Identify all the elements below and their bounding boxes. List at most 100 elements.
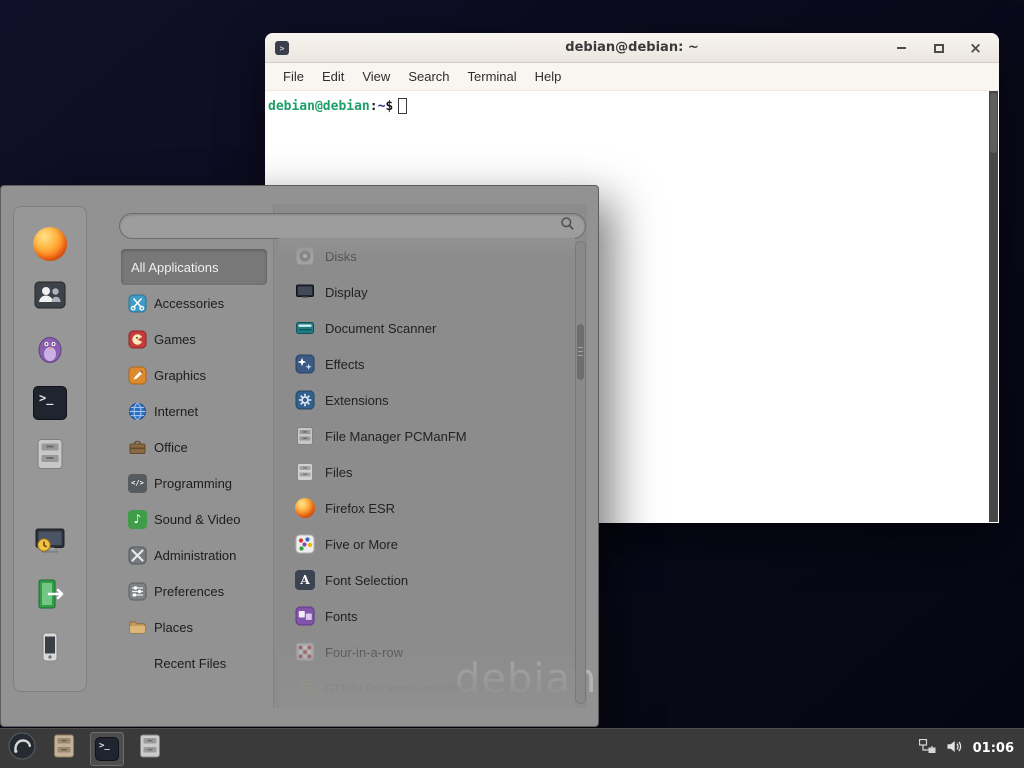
menu-edit[interactable]: Edit (313, 69, 353, 84)
file-manager-launcher[interactable] (47, 732, 81, 766)
file-cabinet-icon (295, 426, 315, 446)
sound-video-icon: ♪ (128, 510, 147, 529)
preferences-sliders-icon (128, 582, 147, 601)
category-label: Office (154, 440, 188, 455)
app-gdebi-package-installer[interactable]: GDebi Package Installer (287, 670, 573, 706)
app-label: Font Selection (325, 573, 408, 588)
network-icon[interactable] (919, 739, 936, 759)
favorite-file-manager-button[interactable] (32, 438, 68, 474)
close-button[interactable]: × (968, 41, 983, 56)
files-cabinet-icon (137, 733, 163, 764)
category-sound-video[interactable]: ♪ Sound & Video (121, 501, 267, 537)
app-label: Fonts (325, 609, 358, 624)
maximize-button[interactable] (931, 41, 946, 56)
minimize-button[interactable] (894, 41, 909, 56)
menu-search[interactable]: Search (399, 69, 458, 84)
category-label: Internet (154, 404, 198, 419)
shutdown-button[interactable] (32, 631, 68, 667)
favorite-pidgin-button[interactable] (32, 332, 68, 368)
five-or-more-icon (295, 534, 315, 554)
app-extensions[interactable]: Extensions (287, 382, 573, 418)
menu-view[interactable]: View (353, 69, 399, 84)
app-display[interactable]: Display (287, 274, 573, 310)
app-disks[interactable]: Disks (287, 238, 573, 274)
category-accessories[interactable]: Accessories (121, 285, 267, 321)
app-label: Firefox ESR (325, 501, 395, 516)
fonts-icon (295, 606, 315, 626)
app-file-manager-pcmanfm[interactable]: File Manager PCManFM (287, 418, 573, 454)
terminal-titlebar[interactable]: > debian@debian: ~ × (265, 33, 999, 63)
menu-button[interactable] (6, 733, 38, 765)
gdebi-package-icon (295, 678, 315, 698)
category-label: Administration (154, 548, 236, 563)
menu-search-box[interactable] (119, 213, 586, 239)
terminal-cursor (398, 98, 407, 114)
category-graphics[interactable]: Graphics (121, 357, 267, 393)
logout-button[interactable] (32, 578, 68, 614)
app-list-scrollbar[interactable] (575, 241, 586, 704)
menu-help[interactable]: Help (526, 69, 571, 84)
category-all-applications[interactable]: All Applications (121, 249, 267, 285)
app-label: Files (325, 465, 352, 480)
firefox-icon (33, 227, 67, 261)
category-internet[interactable]: Internet (121, 393, 267, 429)
favorite-firefox-button[interactable] (32, 226, 68, 262)
system-tray: 01:06 (919, 739, 1018, 759)
app-label: GDebi Package Installer (325, 681, 465, 696)
category-label: Accessories (154, 296, 224, 311)
file-manager-drawer-icon (51, 733, 77, 764)
extensions-gear-icon (295, 390, 315, 410)
application-list: Disks Display Document Scanner Effects E… (287, 238, 573, 708)
category-places[interactable]: Places (121, 609, 267, 645)
prompt-colon: : (370, 99, 378, 114)
power-icon (33, 630, 67, 669)
programming-icon: </> (128, 474, 147, 493)
favorite-terminal-button[interactable]: >_ (32, 385, 68, 421)
terminal-scrollbar[interactable] (989, 91, 998, 522)
category-label: Places (154, 620, 193, 635)
category-recent-files[interactable]: Recent Files (121, 645, 267, 681)
volume-icon[interactable] (946, 739, 963, 759)
category-label: All Applications (131, 260, 218, 275)
category-label: Graphics (154, 368, 206, 383)
app-firefox-esr[interactable]: Firefox ESR (287, 490, 573, 526)
category-label: Sound & Video (154, 512, 241, 527)
category-preferences[interactable]: Preferences (121, 573, 267, 609)
app-list-scrollbar-thumb[interactable] (577, 324, 584, 380)
category-list: All Applications Accessories Games Graph… (121, 249, 267, 681)
category-office[interactable]: Office (121, 429, 267, 465)
terminal-scrollbar-thumb[interactable] (990, 93, 997, 153)
terminal-icon: >_ (33, 386, 67, 420)
files-launcher[interactable] (133, 732, 167, 766)
app-font-selection[interactable]: A Font Selection (287, 562, 573, 598)
clock[interactable]: 01:06 (973, 741, 1014, 756)
favorite-users-button[interactable] (32, 279, 68, 315)
app-label: Display (325, 285, 368, 300)
app-four-in-a-row[interactable]: Four-in-a-row (287, 634, 573, 670)
menu-terminal[interactable]: Terminal (459, 69, 526, 84)
file-cabinet-icon (33, 437, 67, 476)
lock-screen-button[interactable] (32, 525, 68, 561)
app-five-or-more[interactable]: Five or More (287, 526, 573, 562)
category-label: Games (154, 332, 196, 347)
app-label: Four-in-a-row (325, 645, 403, 660)
menu-file[interactable]: File (274, 69, 313, 84)
games-icon (128, 330, 147, 349)
terminal-window-button[interactable]: >_ (90, 732, 124, 766)
menu-search-input[interactable] (130, 219, 560, 234)
app-label: File Manager PCManFM (325, 429, 467, 444)
search-icon (560, 216, 575, 236)
lock-screen-icon (33, 524, 67, 563)
category-programming[interactable]: </> Programming (121, 465, 267, 501)
accessories-icon (128, 294, 147, 313)
app-effects[interactable]: Effects (287, 346, 573, 382)
category-administration[interactable]: Administration (121, 537, 267, 573)
menu-logo-icon (7, 731, 37, 766)
category-games[interactable]: Games (121, 321, 267, 357)
terminal-icon: >_ (95, 737, 119, 761)
favorites-column: >_ (13, 206, 87, 692)
app-fonts[interactable]: Fonts (287, 598, 573, 634)
app-document-scanner[interactable]: Document Scanner (287, 310, 573, 346)
office-briefcase-icon (128, 438, 147, 457)
app-files[interactable]: Files (287, 454, 573, 490)
